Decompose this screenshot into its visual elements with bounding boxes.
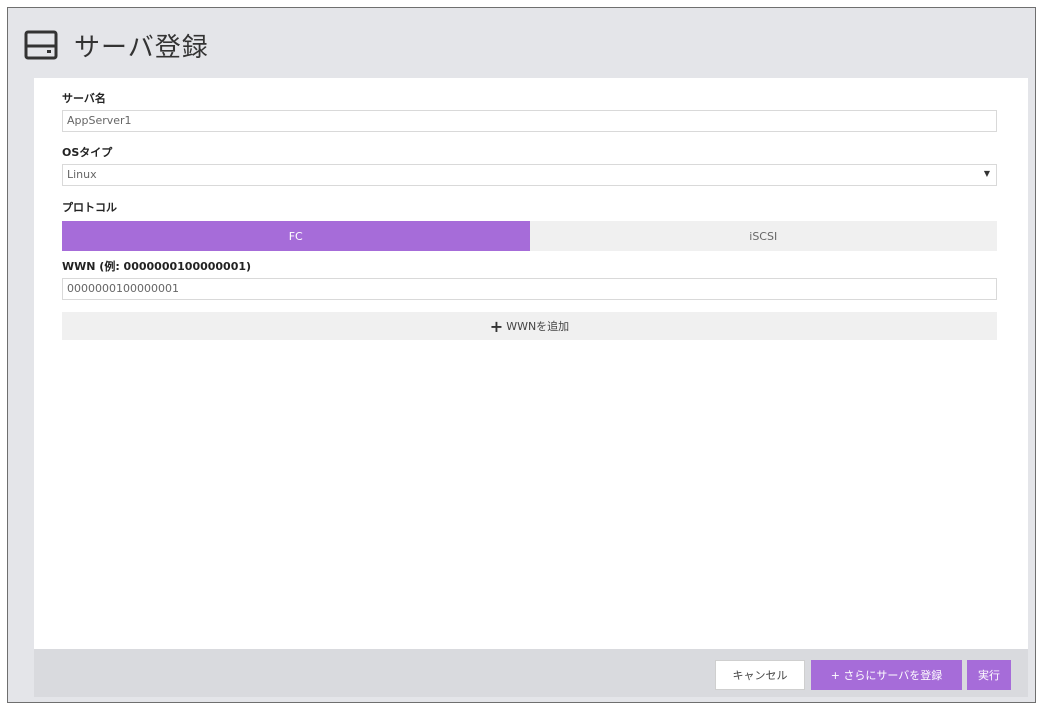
page-header: サーバ登録 xyxy=(8,8,1035,78)
protocol-toggle: FC iSCSI xyxy=(62,221,997,251)
protocol-option-iscsi[interactable]: iSCSI xyxy=(529,221,997,251)
form-panel: サーバ名 AppServer1 OSタイプ Linux ▼ プロトコル FC i… xyxy=(34,78,1028,649)
server-name-label: サーバ名 xyxy=(62,92,106,105)
protocol-label: プロトコル xyxy=(62,201,117,214)
protocol-option-fc[interactable]: FC xyxy=(62,221,530,251)
dialog-frame: サーバ登録 サーバ名 AppServer1 OSタイプ Linux ▼ プロトコ… xyxy=(7,7,1036,703)
os-type-value: Linux xyxy=(67,168,97,181)
os-type-select[interactable]: Linux ▼ xyxy=(62,164,997,186)
server-icon xyxy=(24,30,58,60)
server-name-input[interactable]: AppServer1 xyxy=(62,110,997,132)
caret-down-icon: ▼ xyxy=(983,169,990,178)
os-type-label: OSタイプ xyxy=(62,146,113,159)
execute-button[interactable]: 実行 xyxy=(967,660,1011,690)
add-wwn-button[interactable]: + WWNを追加 xyxy=(62,312,997,340)
footer-bar: キャンセル + さらにサーバを登録 実行 xyxy=(34,649,1028,697)
plus-icon: + xyxy=(489,316,504,336)
page-title: サーバ登録 xyxy=(74,33,209,63)
cancel-button[interactable]: キャンセル xyxy=(715,660,805,690)
wwn-input[interactable]: 0000000100000001 xyxy=(62,278,997,300)
add-wwn-label: WWNを追加 xyxy=(506,320,570,333)
wwn-label: WWN (例: 0000000100000001) xyxy=(62,260,252,273)
register-more-button[interactable]: + さらにサーバを登録 xyxy=(811,660,962,690)
